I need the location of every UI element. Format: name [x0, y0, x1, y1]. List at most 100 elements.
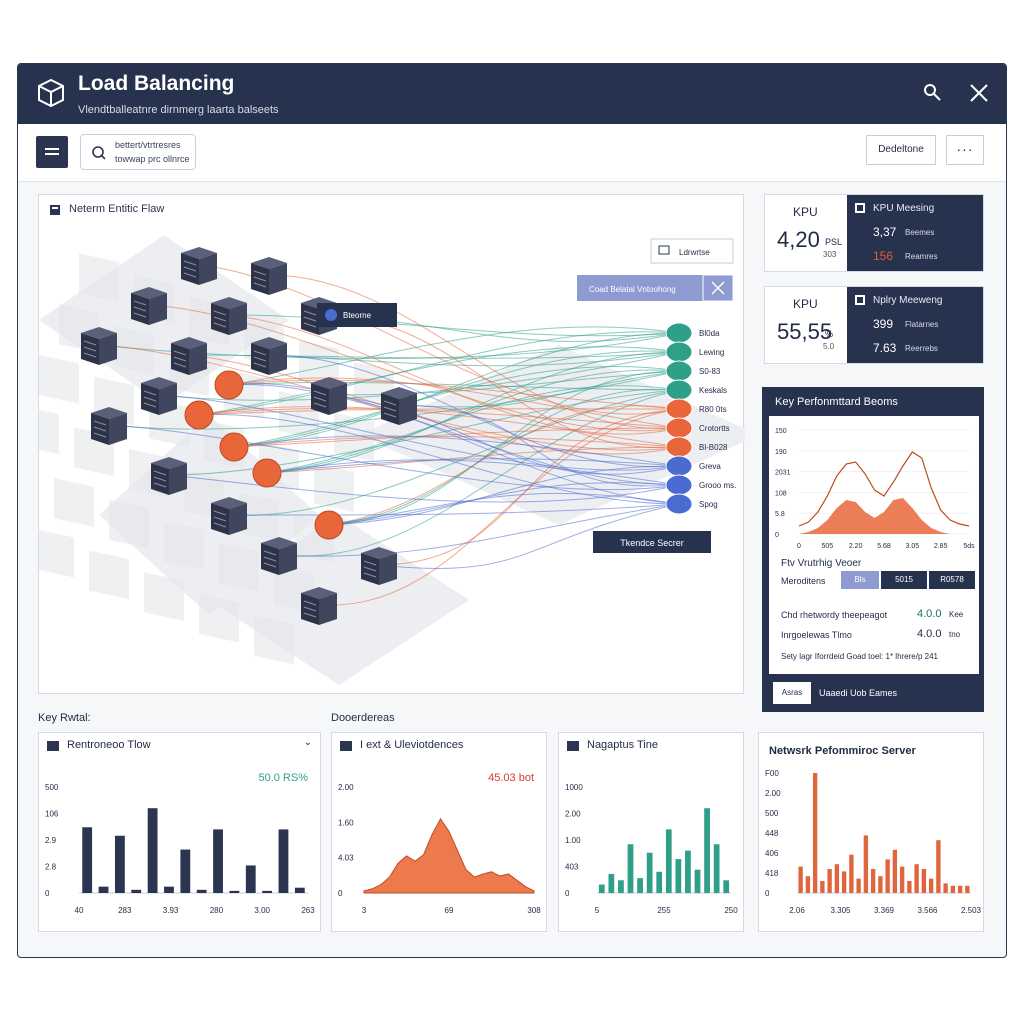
app-title: Load Balancing: [78, 72, 235, 95]
grid-tile: [219, 543, 259, 592]
y-tick-label: 0: [338, 889, 343, 898]
chart-icon: [47, 741, 59, 751]
y-tick-label: 150: [775, 428, 787, 435]
kpi-sub: 5.0: [823, 342, 835, 351]
bar: [812, 773, 818, 893]
load-balancer-node[interactable]: [184, 400, 214, 430]
legend-button[interactable]: Ldrwrtse: [650, 238, 734, 264]
server-label: Lewing: [699, 348, 724, 357]
grid-tile: [199, 594, 239, 643]
server-label: S0-83: [699, 367, 721, 376]
load-balancer-node[interactable]: [219, 432, 249, 462]
bar: [608, 873, 615, 893]
y-tick-label: 1000: [565, 783, 583, 792]
server-node[interactable]: [665, 474, 693, 496]
bar: [685, 850, 691, 893]
x-tick-label: 263: [301, 906, 315, 915]
bar: [278, 829, 289, 893]
toolbar: bettert/vtrtresres towwap prc ollnrce De…: [18, 124, 1006, 182]
x-tick-label: 3.00: [254, 906, 270, 915]
y-tick-label: 106: [45, 810, 59, 819]
grid-tile: [39, 405, 59, 455]
search-line-1: bettert/vtrtresres: [115, 140, 181, 150]
section-label-mid: Dooerdereas: [331, 712, 395, 724]
x-tick-label: 40: [75, 906, 84, 915]
x-tick-label: 5.68: [877, 543, 891, 550]
kpi-row-value: 3,37: [873, 225, 897, 239]
y-tick-label: 2.9: [45, 836, 57, 845]
bar: [114, 835, 125, 893]
x-tick-label: 250: [724, 906, 738, 915]
server-node[interactable]: [665, 493, 693, 515]
server-node[interactable]: [665, 398, 693, 420]
kpf-button-3[interactable]: R0578: [929, 571, 975, 589]
search-icon[interactable]: [920, 80, 946, 106]
server-node[interactable]: [665, 455, 693, 477]
server-label: Keskals: [699, 386, 727, 395]
view-dropdown[interactable]: Dedeltone: [866, 135, 936, 165]
bar: [907, 881, 912, 893]
kpf-bottom-button[interactable]: Asras: [773, 682, 811, 704]
bar: [646, 852, 653, 893]
bar: [914, 864, 919, 893]
bar: [637, 878, 643, 893]
bar: [820, 881, 825, 893]
bar: [598, 884, 605, 893]
grid-tile: [164, 521, 204, 571]
more-button[interactable]: ···: [946, 135, 984, 165]
x-tick-label: 280: [210, 906, 224, 915]
search-icon: [92, 146, 106, 160]
server-node[interactable]: [665, 436, 693, 458]
bar: [213, 829, 223, 893]
kpf-row-2-value: 4.0.0: [917, 628, 942, 640]
server-rack-icon: [251, 257, 287, 295]
bar: [723, 880, 730, 893]
y-tick-label: 403: [565, 863, 579, 872]
chevron-down-icon[interactable]: ⌄: [304, 737, 312, 748]
search-field[interactable]: bettert/vtrtresres towwap prc ollnrce: [80, 134, 196, 170]
kpf-button-1[interactable]: Bls: [841, 571, 879, 589]
chart-canvas: F00 2.00 500 448 406 418 0 2.06 3.305 3.369 3.566 2…: [765, 769, 982, 915]
bar: [950, 885, 956, 893]
kpi-row-value: 399: [873, 317, 894, 331]
legend-button-label: Ldrwrtse: [679, 248, 710, 257]
grid-tile: [144, 572, 184, 621]
selected-item-label: Coad Belatal Vntoohong: [589, 285, 676, 294]
bar: [713, 844, 720, 893]
bar: [870, 869, 876, 893]
bar: [943, 883, 948, 893]
kpi-row-value: 7.63: [873, 341, 897, 355]
server-node[interactable]: [665, 341, 693, 363]
y-tick-label: 2.00: [338, 783, 354, 792]
kpi-row-value: 156: [873, 249, 894, 263]
server-node[interactable]: [665, 360, 693, 382]
server-node[interactable]: [665, 379, 693, 401]
kpi-right-title: KPU Meesing: [873, 203, 935, 214]
y-tick-label: 5.8: [775, 511, 785, 518]
bar: [82, 827, 93, 893]
server-node[interactable]: [665, 417, 693, 439]
kpf-button-2[interactable]: 5015: [881, 571, 927, 589]
bar: [885, 859, 890, 893]
load-balancer-node[interactable]: [214, 370, 244, 400]
server-rack-icon: [151, 457, 187, 495]
area: [363, 817, 535, 894]
close-button[interactable]: [966, 80, 992, 106]
y-tick-label: 4.03: [338, 854, 354, 863]
key-performance-panel: Key Perfonmttard Beoms 150 190 2031 108 5.8 0…: [762, 387, 984, 712]
chart-title: Rentroneoo Tlow: [67, 739, 151, 751]
bar: [665, 829, 672, 893]
bar: [131, 889, 142, 893]
menu-button[interactable]: [36, 136, 68, 168]
flow-panel-title: Neterm Entitic Flaw: [69, 203, 165, 215]
server-node[interactable]: [665, 322, 693, 344]
kpf-row-2-suffix: tno: [949, 630, 961, 639]
list-icon: [855, 203, 865, 213]
kpf-row-1-label: Chd rhetwordy theepeagot: [781, 610, 888, 620]
load-balancer-node[interactable]: [314, 510, 344, 540]
y-tick-label: 0: [765, 889, 770, 898]
load-balancer-node[interactable]: [252, 458, 282, 488]
chart-panel-network-performance: Netwsrk Pefommiroc Server F00 2.00 500 448 4…: [758, 732, 984, 932]
y-tick-label: 500: [45, 783, 59, 792]
x-tick-label: 3.05: [906, 543, 920, 550]
